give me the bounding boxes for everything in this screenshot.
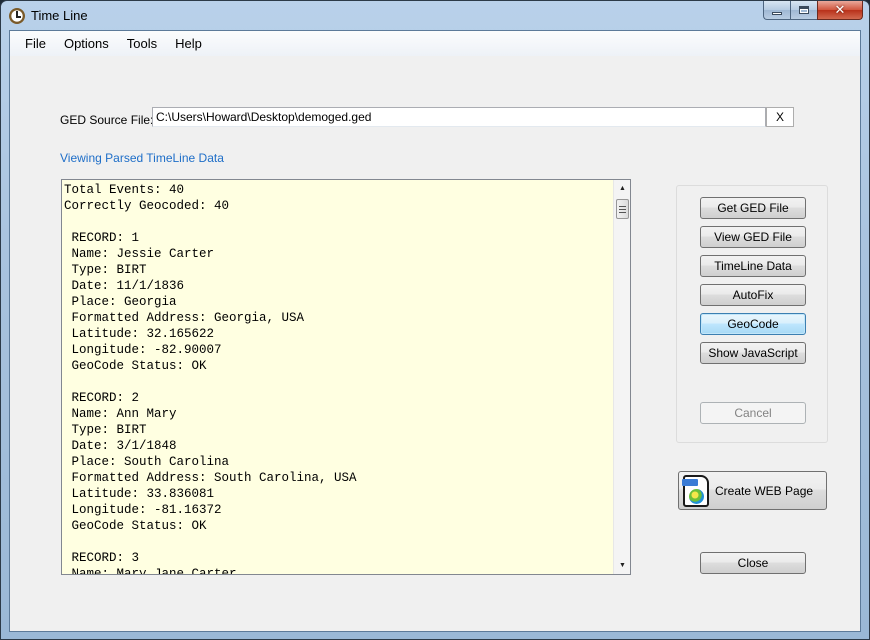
menu-bar: File Options Tools Help — [10, 31, 860, 56]
menu-options[interactable]: Options — [55, 32, 118, 56]
window-controls: ✕ — [763, 1, 863, 21]
menu-file[interactable]: File — [16, 32, 55, 56]
close-icon: ✕ — [834, 2, 846, 18]
create-web-page-label: Create WEB Page — [715, 483, 814, 498]
geocode-button[interactable]: GeoCode — [700, 313, 806, 335]
scroll-down-icon[interactable]: ▼ — [614, 557, 630, 574]
menu-tools[interactable]: Tools — [118, 32, 166, 56]
menu-help[interactable]: Help — [166, 32, 211, 56]
timeline-data-button[interactable]: TimeLine Data — [700, 255, 806, 277]
window-title: Time Line — [31, 8, 88, 23]
clear-source-button[interactable]: X — [766, 107, 794, 127]
create-web-page-button[interactable]: Create WEB Page — [678, 471, 827, 510]
grip-line — [619, 208, 626, 210]
get-ged-file-button[interactable]: Get GED File — [700, 197, 806, 219]
globe-icon — [689, 488, 704, 504]
minimize-button[interactable] — [763, 1, 790, 20]
client-area: File Options Tools Help GED Source File:… — [9, 30, 861, 632]
timeline-data-textbox[interactable]: Total Events: 40 Correctly Geocoded: 40 … — [61, 179, 631, 575]
app-window: Time Line ✕ File Options Tools Help GED … — [0, 0, 870, 640]
scroll-up-icon[interactable]: ▲ — [614, 180, 630, 197]
maximize-icon — [799, 6, 809, 14]
vertical-scrollbar[interactable]: ▲ ▼ — [613, 180, 630, 574]
source-file-input[interactable] — [152, 107, 766, 127]
close-window-button[interactable]: ✕ — [817, 1, 863, 20]
close-button[interactable]: Close — [700, 552, 806, 574]
html-tag-icon — [682, 478, 698, 486]
web-page-icon — [682, 474, 709, 507]
scroll-thumb[interactable] — [616, 199, 629, 219]
show-javascript-button[interactable]: Show JavaScript — [700, 342, 806, 364]
cancel-button[interactable]: Cancel — [700, 402, 806, 424]
maximize-button[interactable] — [790, 1, 817, 20]
source-file-label: GED Source File: — [60, 113, 154, 127]
minimize-icon — [772, 11, 782, 15]
grip-line — [619, 211, 626, 213]
grip-line — [619, 205, 626, 207]
autofix-button[interactable]: AutoFix — [700, 284, 806, 306]
view-ged-file-button[interactable]: View GED File — [700, 226, 806, 248]
clock-icon[interactable] — [9, 8, 25, 24]
title-bar[interactable]: Time Line ✕ — [1, 1, 869, 30]
view-status-label: Viewing Parsed TimeLine Data — [60, 151, 224, 165]
timeline-data-text: Total Events: 40 Correctly Geocoded: 40 … — [64, 183, 357, 575]
